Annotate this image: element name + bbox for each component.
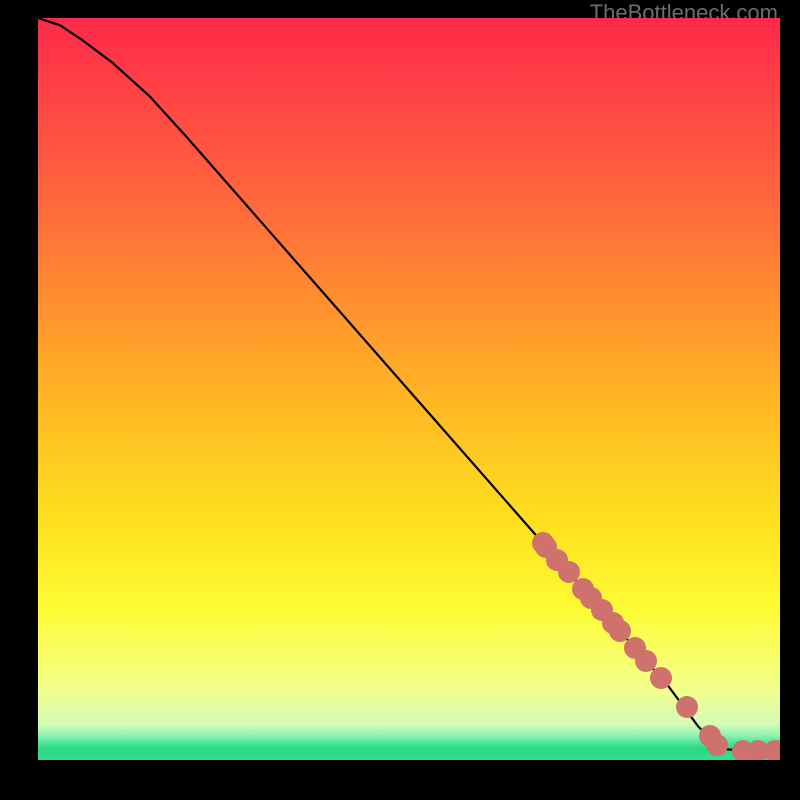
chart-marker xyxy=(769,740,780,760)
chart-curve xyxy=(38,18,780,760)
chart-marker xyxy=(706,734,728,756)
chart-marker xyxy=(650,667,672,689)
chart-plot-area xyxy=(38,18,780,760)
chart-marker xyxy=(676,696,698,718)
